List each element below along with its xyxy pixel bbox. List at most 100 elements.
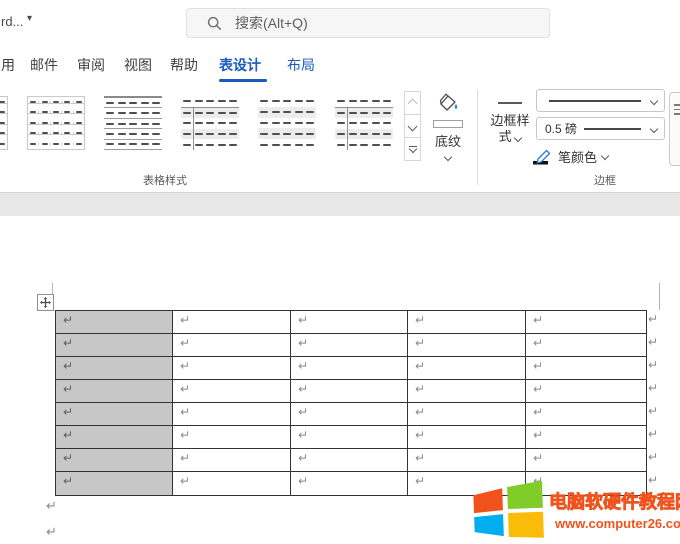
table-style-thumbnail[interactable]	[177, 91, 243, 155]
margin-crop-mark-right	[659, 283, 660, 310]
table-cell[interactable]: ↵	[56, 403, 173, 426]
table-cell[interactable]: ↵	[173, 357, 291, 380]
table-cell[interactable]: ↵	[291, 357, 408, 380]
chevron-down-icon	[444, 153, 452, 161]
document-table[interactable]: ↵↵↵↵↵↵↵↵↵↵↵↵↵↵↵↵↵↵↵↵↵↵↵↵↵↵↵↵↵↵↵↵↵↵↵↵↵↵↵↵	[55, 310, 647, 496]
table-cell[interactable]: ↵	[408, 311, 526, 334]
cell-end-marker: ↵	[533, 382, 543, 396]
tab-table-design[interactable]: 表设计	[219, 55, 261, 75]
active-tab-underline	[219, 79, 267, 82]
line-weight-dropdown[interactable]: 0.5 磅	[536, 117, 665, 140]
table-cell[interactable]: ↵	[408, 357, 526, 380]
tab-layout[interactable]: 布局	[287, 55, 315, 75]
table-cell[interactable]: ↵	[56, 380, 173, 403]
search-box[interactable]: 搜索(Alt+Q)	[186, 8, 550, 38]
watermark-site-url: www.computer26.com	[549, 516, 680, 531]
search-icon	[207, 16, 222, 31]
table-cell[interactable]: ↵	[408, 403, 526, 426]
chevron-down-icon	[650, 124, 658, 132]
title-dropdown-icon[interactable]: ▾	[27, 13, 32, 24]
ribbon: 底纹 边框样 式 0.5 磅 笔颜色	[0, 86, 680, 193]
gallery-scroll-down-button[interactable]	[404, 114, 421, 138]
cell-end-marker: ↵	[533, 428, 543, 442]
table-move-handle[interactable]	[37, 294, 54, 311]
group-divider	[477, 90, 478, 185]
windows-logo-icon	[470, 480, 546, 544]
row-end-marker: ↵	[648, 335, 658, 349]
table-cell[interactable]: ↵	[291, 311, 408, 334]
table-cell[interactable]: ↵	[173, 449, 291, 472]
table-cell[interactable]: ↵	[526, 449, 646, 472]
row-end-marker: ↵	[648, 427, 658, 441]
table-style-thumbnail[interactable]	[23, 91, 89, 155]
table-cell[interactable]: ↵	[291, 449, 408, 472]
table-cell[interactable]: ↵	[408, 426, 526, 449]
table-cell[interactable]: ↵	[173, 334, 291, 357]
cell-end-marker: ↵	[533, 336, 543, 350]
table-cell[interactable]: ↵	[408, 334, 526, 357]
tab-mailings[interactable]: 邮件	[30, 55, 58, 75]
table-cell[interactable]: ↵	[408, 380, 526, 403]
table-cell[interactable]: ↵	[526, 311, 646, 334]
tab-help[interactable]: 帮助	[170, 55, 198, 75]
ribbon-tabs: 用邮件审阅视图帮助 表设计 布局	[0, 46, 680, 86]
table-cell[interactable]: ↵	[291, 472, 408, 495]
table-cell[interactable]: ↵	[173, 403, 291, 426]
cell-end-marker: ↵	[415, 313, 425, 327]
table-cell[interactable]: ↵	[173, 380, 291, 403]
border-styles-button[interactable]: 边框样 式	[485, 92, 535, 172]
table-cell[interactable]: ↵	[56, 311, 173, 334]
chevron-down-icon	[650, 96, 658, 104]
chevron-down-icon	[514, 134, 522, 142]
table-cell[interactable]: ↵	[526, 334, 646, 357]
cell-end-marker: ↵	[63, 428, 73, 442]
table-cell[interactable]: ↵	[291, 426, 408, 449]
cell-end-marker: ↵	[63, 382, 73, 396]
cell-end-marker: ↵	[180, 428, 190, 442]
table-style-thumbnail[interactable]	[331, 91, 397, 155]
cell-end-marker: ↵	[180, 313, 190, 327]
row-end-marker: ↵	[648, 381, 658, 395]
table-cell[interactable]: ↵	[173, 311, 291, 334]
table-cell[interactable]: ↵	[56, 449, 173, 472]
cell-end-marker: ↵	[298, 313, 308, 327]
table-cell[interactable]: ↵	[526, 357, 646, 380]
table-cell[interactable]: ↵	[291, 334, 408, 357]
table-cell[interactable]: ↵	[526, 380, 646, 403]
pen-color-button[interactable]: 笔颜色	[533, 145, 608, 167]
table-cell[interactable]: ↵	[408, 449, 526, 472]
shading-button[interactable]: 底纹	[424, 92, 472, 168]
shading-color-swatch	[433, 120, 463, 128]
table-cell[interactable]: ↵	[56, 334, 173, 357]
tab-review[interactable]: 审阅	[77, 55, 105, 75]
table-style-thumbnail[interactable]	[254, 91, 320, 155]
cell-end-marker: ↵	[533, 313, 543, 327]
table-cell[interactable]: ↵	[56, 357, 173, 380]
table-cell[interactable]: ↵	[173, 426, 291, 449]
gallery-scroll	[404, 91, 421, 161]
table-cell[interactable]: ↵	[56, 426, 173, 449]
table-cell[interactable]: ↵	[291, 380, 408, 403]
table-cell[interactable]: ↵	[526, 426, 646, 449]
gallery-more-button[interactable]	[404, 137, 421, 161]
search-placeholder: 搜索(Alt+Q)	[235, 13, 308, 33]
table-cell[interactable]: ↵	[291, 403, 408, 426]
line-style-dropdown[interactable]	[536, 89, 665, 112]
table-style-thumbnail[interactable]	[0, 91, 12, 155]
borders-split-button-partial[interactable]	[669, 92, 680, 166]
table-style-thumbnail[interactable]	[100, 91, 166, 155]
borders-group-label: 边框	[575, 172, 635, 188]
table-cell[interactable]: ↵	[173, 472, 291, 495]
cell-end-marker: ↵	[298, 359, 308, 373]
tab-references-partial[interactable]: 用	[1, 55, 15, 75]
table-cell[interactable]: ↵	[526, 403, 646, 426]
cell-end-marker: ↵	[298, 474, 308, 488]
gallery-scroll-up-button[interactable]	[404, 91, 421, 115]
cell-end-marker: ↵	[533, 359, 543, 373]
cell-end-marker: ↵	[415, 428, 425, 442]
cell-end-marker: ↵	[298, 428, 308, 442]
cell-end-marker: ↵	[63, 313, 73, 327]
tab-view[interactable]: 视图	[124, 55, 152, 75]
cell-end-marker: ↵	[63, 405, 73, 419]
table-cell[interactable]: ↵	[56, 472, 173, 495]
